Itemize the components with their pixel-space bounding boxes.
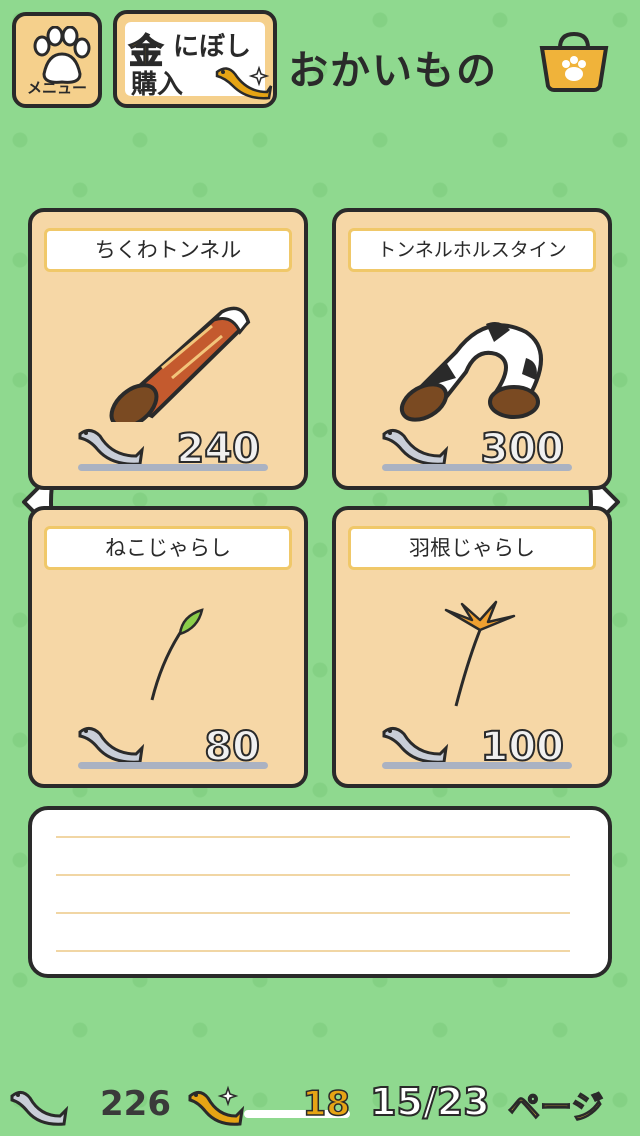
menu-button[interactable]: メニュー (12, 12, 102, 108)
item-card-holstein-tunnel[interactable]: トンネルホルスタイン 300 (332, 208, 612, 490)
chikuwa-tunnel-icon (109, 306, 251, 422)
gold-niboshi-purchase-button[interactable]: 金 にぼし 購入 (113, 10, 277, 108)
item-description-box (28, 806, 612, 978)
page-title: おかいもの (288, 48, 498, 94)
gold-button-line1: にぼし (173, 32, 252, 62)
item-card-chikuwa-tunnel[interactable]: ちくわトンネル 240 (28, 208, 308, 490)
gold-button-face: 金 にぼし 購入 (125, 22, 273, 100)
item-price: 80 (203, 723, 261, 771)
holstein-tunnel-icon (399, 322, 543, 422)
gold-niboshi-count: 18 (302, 1083, 351, 1125)
page-label: ページ (507, 1087, 604, 1127)
item-name: 羽根じゃらし (348, 526, 596, 570)
silver-fish-icon (382, 429, 449, 466)
item-card-feather-toy[interactable]: 羽根じゃらし 100 (332, 506, 612, 788)
feather-toy-icon (444, 600, 516, 707)
item-price: 300 (480, 425, 565, 473)
item-name: ねこじゃらし (44, 526, 292, 570)
item-price: 100 (480, 723, 565, 771)
gold-niboshi-icon (188, 1085, 245, 1126)
silver-niboshi-count: 226 (100, 1084, 171, 1124)
silver-fish-icon (78, 727, 145, 764)
menu-label: メニュー (26, 79, 87, 97)
item-card-foxtail-toy[interactable]: ねこじゃらし 80 (28, 506, 308, 788)
ruled-line (56, 912, 570, 914)
item-name: トンネルホルスタイン (348, 228, 596, 272)
gold-fish-icon (215, 65, 273, 100)
ruled-line (56, 836, 570, 838)
gold-button-line2: 購入 (131, 70, 184, 100)
silver-fish-icon (78, 429, 145, 466)
ruled-line (56, 950, 570, 952)
shopping-bag-icon (539, 31, 609, 92)
item-price: 240 (176, 425, 261, 473)
item-name: ちくわトンネル (44, 228, 292, 272)
silver-fish-icon (382, 727, 449, 764)
silver-niboshi-icon (10, 1091, 69, 1126)
ruled-line (56, 874, 570, 876)
page-indicator: 15/23 (369, 1079, 491, 1125)
foxtail-toy-icon (150, 608, 204, 701)
